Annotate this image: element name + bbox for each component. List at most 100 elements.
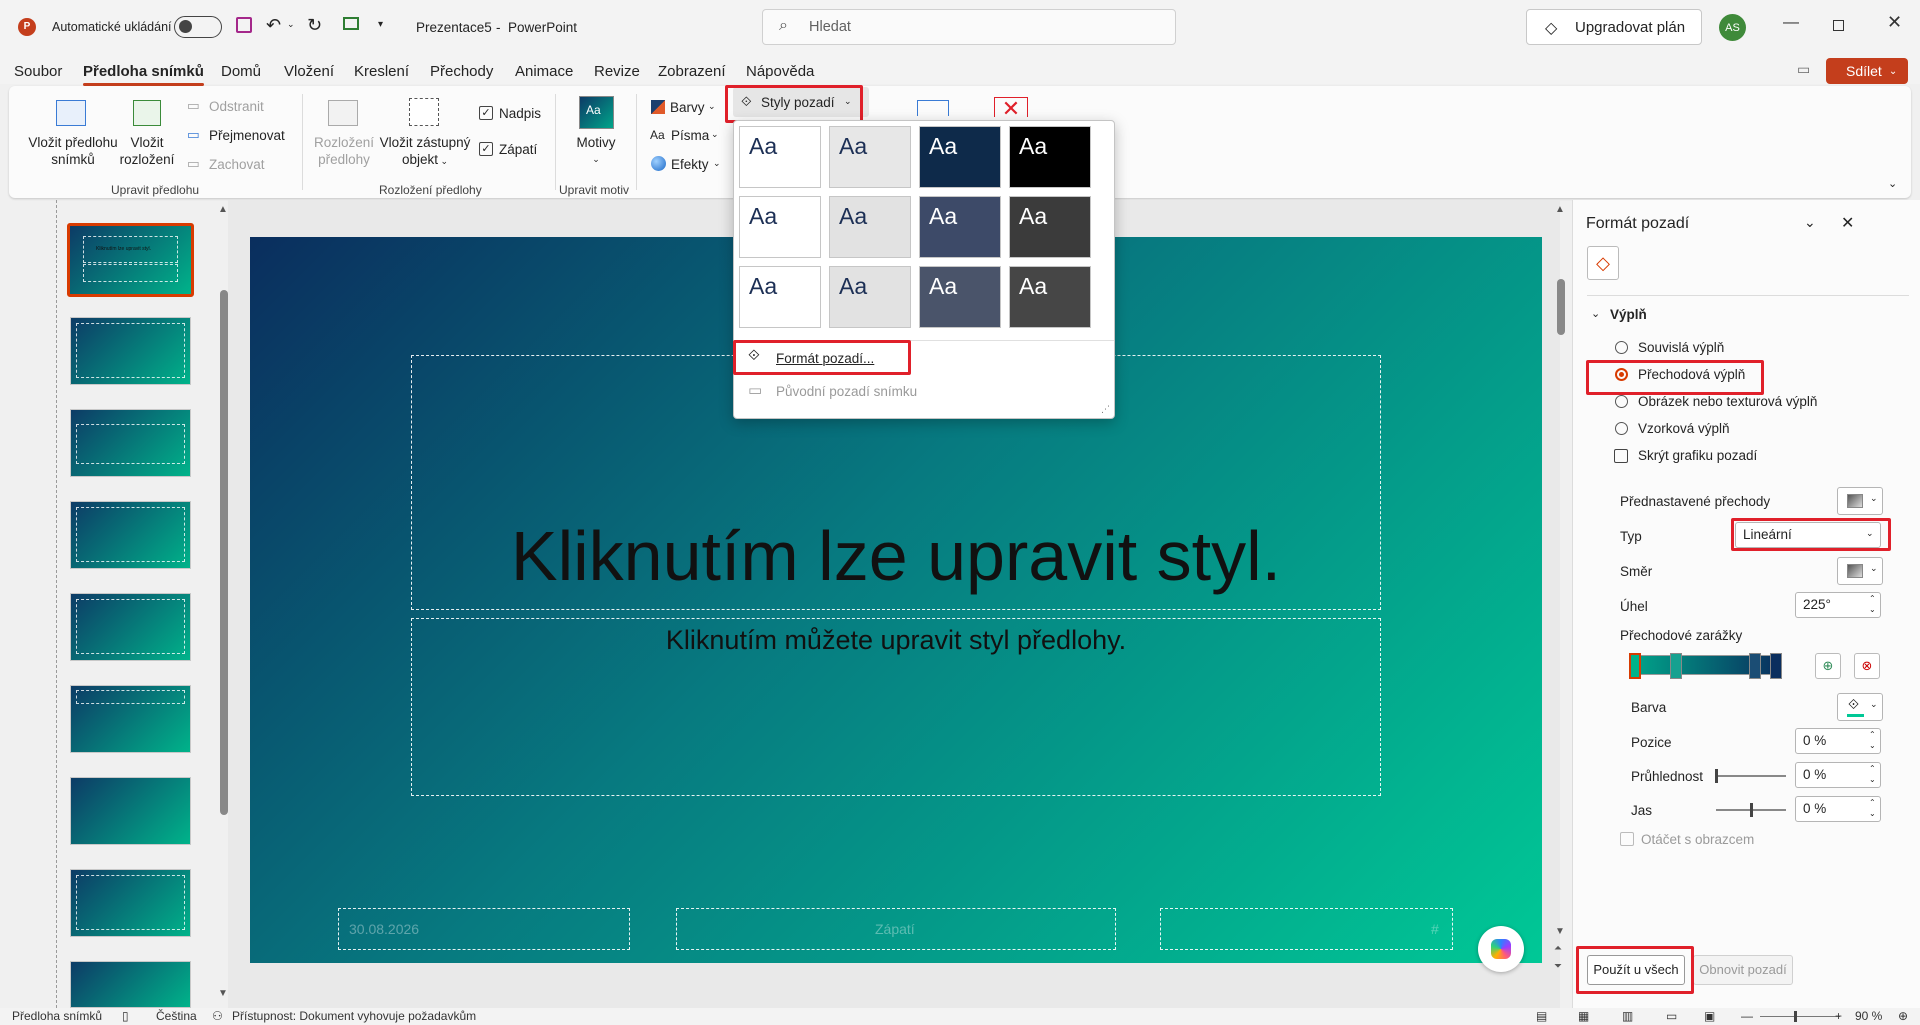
subtitle-placeholder[interactable]: Kliknutím můžete upravit styl předlohy. — [411, 618, 1381, 796]
gradient-stop-handle[interactable] — [1770, 653, 1782, 679]
undo-dropdown-icon[interactable]: ⌄ — [287, 19, 295, 30]
date-placeholder[interactable]: 30.08.2026 — [338, 908, 630, 950]
present-icon[interactable] — [343, 17, 359, 30]
themes-button[interactable]: Motivy ⌄ — [570, 134, 622, 168]
pane-close-icon[interactable]: ✕ — [1841, 213, 1854, 233]
tab-transitions[interactable]: Přechody — [430, 63, 493, 80]
bg-style-swatch[interactable]: Aa — [1009, 126, 1091, 188]
direction-button[interactable]: ⌄ — [1837, 557, 1883, 585]
close-icon[interactable]: ✕ — [1887, 12, 1902, 33]
gradient-stops-bar[interactable] — [1629, 653, 1782, 679]
bg-style-swatch[interactable]: Aa — [919, 126, 1001, 188]
search-box[interactable]: ⌕ Hledat — [762, 9, 1176, 45]
customize-toolbar-icon[interactable]: ▾ — [378, 19, 383, 30]
save-icon[interactable] — [236, 17, 252, 33]
normal-view-icon[interactable]: ▦ — [1578, 1009, 1589, 1023]
bg-style-swatch[interactable]: Aa — [1009, 266, 1091, 328]
zoom-level[interactable]: 90 % — [1855, 1009, 1882, 1023]
layout-thumbnail[interactable] — [70, 317, 191, 385]
layout-thumbnail[interactable] — [70, 685, 191, 753]
effects-button[interactable]: Efekty — [671, 156, 709, 173]
maximize-icon[interactable] — [1833, 20, 1844, 31]
bg-style-swatch[interactable]: Aa — [739, 266, 821, 328]
bg-style-swatch[interactable]: Aa — [919, 196, 1001, 258]
colors-button[interactable]: Barvy — [670, 99, 705, 116]
language-label[interactable]: Čeština — [156, 1009, 197, 1023]
insert-master-button[interactable]: Vložit předlohu snímků — [23, 134, 123, 168]
section-chevron-icon[interactable]: ⌄ — [1591, 307, 1600, 320]
tab-file[interactable]: Soubor — [14, 63, 62, 80]
tab-view[interactable]: Zobrazení — [658, 63, 726, 80]
color-button[interactable]: ⟐ ⌄ — [1837, 693, 1883, 721]
gradient-stop-handle[interactable] — [1670, 653, 1682, 679]
bg-style-swatch[interactable]: Aa — [829, 196, 911, 258]
footer-placeholder[interactable]: Zápatí — [676, 908, 1116, 950]
tab-insert[interactable]: Vložení — [284, 63, 334, 80]
rename-button[interactable]: Přejmenovat — [209, 127, 285, 144]
close-master-view-icon[interactable]: ✕ — [994, 97, 1028, 117]
bg-style-swatch[interactable]: Aa — [1009, 196, 1091, 258]
accessibility-label[interactable]: Přístupnost: Dokument vyhovuje požadavků… — [232, 1009, 476, 1023]
scroll-down-icon[interactable]: ▼ — [218, 988, 228, 999]
gradient-stop-handle[interactable] — [1749, 653, 1761, 679]
slide-size-icon[interactable] — [917, 100, 949, 116]
tab-slide-master[interactable]: Předloha snímků — [83, 63, 204, 86]
reading-view-icon[interactable]: ▭ — [1666, 1009, 1677, 1023]
angle-input[interactable]: 225° ⌃ ⌄ — [1795, 592, 1881, 618]
resize-grip-icon[interactable]: ⋰ — [1101, 404, 1110, 415]
layout-thumbnail[interactable] — [70, 409, 191, 477]
bg-style-swatch[interactable]: Aa — [919, 266, 1001, 328]
zoom-in-icon[interactable]: + — [1835, 1009, 1842, 1023]
fill-pattern-radio[interactable] — [1615, 422, 1628, 435]
avatar[interactable]: AS — [1719, 14, 1746, 41]
add-stop-icon[interactable]: ⊕ — [1815, 653, 1841, 679]
transparency-slider-thumb[interactable] — [1715, 769, 1718, 783]
insert-placeholder-button[interactable]: Vložit zástupný objekt ⌄ — [379, 134, 471, 170]
preset-gradients-button[interactable]: ⌄ — [1837, 487, 1883, 515]
scroll-up-icon[interactable]: ▲ — [218, 204, 228, 215]
upgrade-button[interactable]: ◇ Upgradovat plán — [1526, 9, 1702, 45]
brightness-slider-thumb[interactable] — [1750, 803, 1753, 817]
prev-slide-icon[interactable]: ⏶ — [1554, 943, 1562, 954]
hide-graphics-checkbox[interactable] — [1614, 449, 1628, 463]
layout-thumbnail[interactable] — [70, 501, 191, 569]
brightness-slider-track[interactable] — [1716, 803, 1786, 817]
undo-icon[interactable]: ↶ — [266, 15, 281, 36]
layout-thumbnail[interactable] — [70, 777, 191, 845]
transparency-slider-track[interactable] — [1715, 769, 1786, 783]
tab-help[interactable]: Nápověda — [746, 63, 814, 80]
footer-checkbox[interactable]: ✓ — [479, 142, 493, 156]
share-button[interactable]: Sdílet ⌄ — [1826, 58, 1908, 84]
layout-thumbnail[interactable] — [70, 593, 191, 661]
notes-icon[interactable]: ▤ — [1536, 1009, 1547, 1023]
fill-solid-radio[interactable] — [1615, 341, 1628, 354]
accessibility-icon[interactable]: ⚇ — [212, 1009, 223, 1023]
canvas-scrollbar[interactable] — [1557, 279, 1565, 335]
master-thumbnail[interactable]: Kliknutím lze upravit styl. — [67, 223, 194, 297]
tab-animations[interactable]: Animace — [515, 63, 573, 80]
fill-picture-radio[interactable] — [1615, 395, 1628, 408]
next-slide-icon[interactable]: ⏷ — [1554, 961, 1562, 972]
transparency-input[interactable]: 0 % ⌃ ⌄ — [1795, 762, 1881, 788]
bg-style-swatch[interactable]: Aa — [739, 126, 821, 188]
brightness-input[interactable]: 0 % ⌃ ⌄ — [1795, 796, 1881, 822]
title-checkbox[interactable]: ✓ — [479, 106, 493, 120]
bg-style-swatch[interactable]: Aa — [829, 266, 911, 328]
page-number-placeholder[interactable]: # — [1160, 908, 1453, 950]
layout-thumbnail[interactable] — [70, 869, 191, 937]
zoom-slider-thumb[interactable] — [1794, 1011, 1797, 1022]
fill-tab-icon[interactable]: ◇ — [1587, 246, 1619, 280]
fonts-button[interactable]: Písma — [671, 127, 709, 144]
pane-options-icon[interactable]: ⌄ — [1804, 214, 1816, 231]
bg-style-swatch[interactable]: Aa — [739, 196, 821, 258]
tab-home[interactable]: Domů — [221, 63, 261, 80]
remove-stop-icon[interactable]: ⊗ — [1854, 653, 1880, 679]
copilot-icon[interactable] — [1478, 926, 1524, 972]
sorter-view-icon[interactable]: ▥ — [1622, 1009, 1633, 1023]
insert-layout-button[interactable]: Vložit rozložení — [119, 134, 175, 168]
canvas-scroll-down-icon[interactable]: ▼ — [1555, 926, 1565, 937]
position-input[interactable]: 0 % ⌃ ⌄ — [1795, 728, 1881, 754]
comments-icon[interactable]: ▭ — [1797, 61, 1810, 78]
autosave-toggle[interactable] — [174, 16, 222, 38]
slideshow-icon[interactable]: ▣ — [1704, 1009, 1715, 1023]
